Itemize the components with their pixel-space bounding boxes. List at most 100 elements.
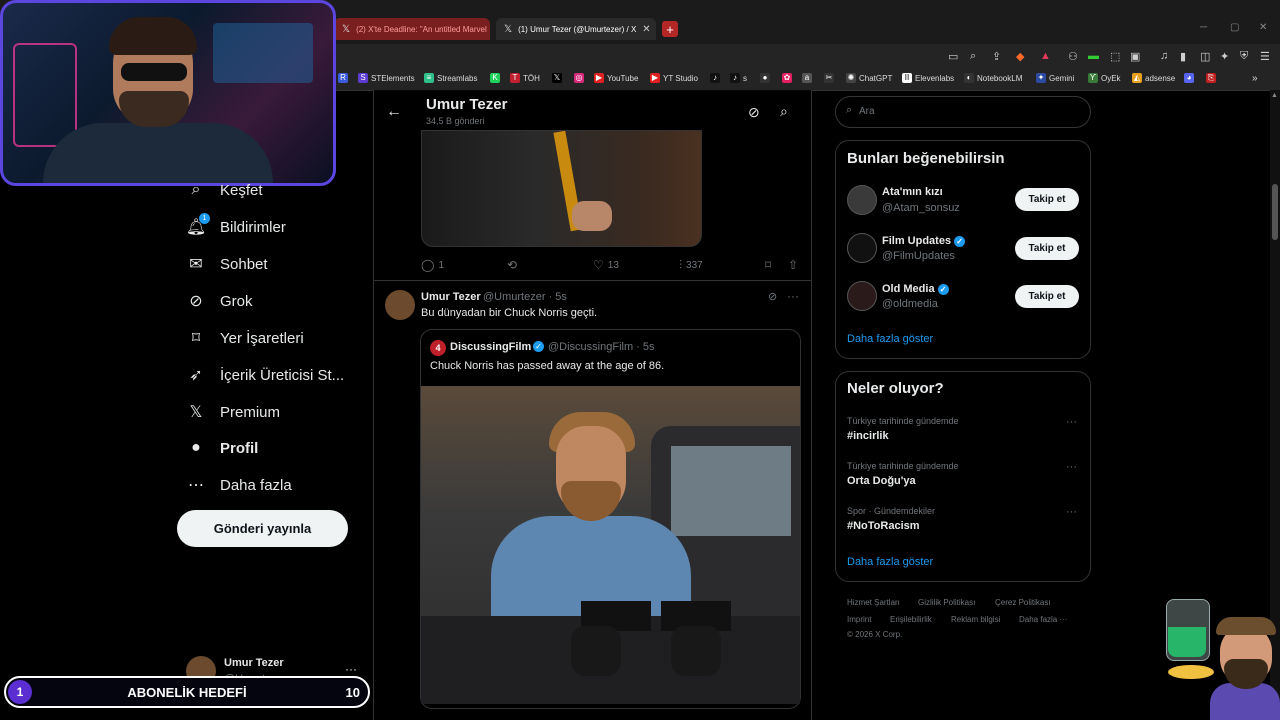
footer-link[interactable]: Reklam bilgisi [951, 615, 1000, 624]
footer-link[interactable]: Erişilebilirlik [890, 615, 932, 624]
bookmark-elevenlabs[interactable]: II Elevenlabs [902, 73, 954, 83]
vpn-icon[interactable]: ⛨ [1240, 50, 1248, 63]
nav-chat[interactable]: ✉ Sohbet [186, 254, 267, 274]
close-icon[interactable]: ✕ [487, 24, 490, 35]
bookmark-streamlabs[interactable]: ≡ Streamlabs [424, 73, 477, 83]
bookmark-ext[interactable]: a [802, 73, 815, 83]
tab-deadline[interactable]: 𝕏 (2) X'te Deadline: "An untitled Marvel✕ [334, 18, 490, 40]
footer-link[interactable]: Daha fazla ··· [1019, 615, 1067, 624]
nav-more[interactable]: ⋯ Daha fazla [186, 475, 292, 495]
suggestion-name[interactable]: Film Updates ✓ [882, 235, 966, 247]
bookmark-gemini[interactable]: ✦ Gemini [1036, 73, 1074, 83]
follow-button[interactable]: Takip et [1015, 188, 1079, 211]
share-icon[interactable]: ⇪ [992, 50, 1001, 63]
extension-icon[interactable]: ⬚ [1110, 50, 1120, 63]
music-icon[interactable]: ♫ [1160, 50, 1168, 62]
follow-button[interactable]: Takip et [1015, 237, 1079, 260]
zoom-icon[interactable]: ⌕ [970, 50, 976, 63]
trend-tag[interactable]: #NoToRacism [847, 520, 920, 532]
cast-icon[interactable]: ▭ [948, 50, 958, 63]
bookmark-youtube[interactable]: ▶ YouTube [594, 73, 638, 83]
brave-rewards-icon[interactable]: ▲ [1040, 50, 1051, 62]
new-tab-button[interactable]: + [662, 21, 678, 37]
grok-icon[interactable]: ⊘ [748, 104, 760, 121]
quote-photo[interactable] [421, 386, 800, 704]
bookmark-oyek[interactable]: ϒ OyEk [1088, 73, 1121, 83]
tweet-author-name[interactable]: Umur Tezer [421, 291, 481, 303]
suggestion-name[interactable]: Old Media ✓ [882, 283, 949, 295]
bookmark-kick[interactable]: K [490, 73, 503, 83]
reply-button[interactable]: ◯ 1 [421, 258, 444, 272]
scroll-up-icon[interactable]: ▲ [1271, 92, 1278, 99]
close-window-icon[interactable]: ✕ [1259, 22, 1267, 33]
nav-bookmarks[interactable]: ⌑ Yer İşaretleri [186, 328, 304, 348]
footer-link[interactable]: Imprint [847, 615, 871, 624]
trend-tag[interactable]: Orta Doğu'ya [847, 475, 916, 487]
grok-icon[interactable]: ⊘ [768, 290, 777, 303]
ai-icon[interactable]: ✦ [1220, 50, 1229, 63]
minimize-icon[interactable]: ─ [1200, 22, 1207, 33]
bookmark-r[interactable]: R [338, 73, 351, 83]
share-button[interactable]: ⇧ [788, 258, 802, 272]
repost-button[interactable]: ⟲ [507, 258, 521, 272]
views-button[interactable]: ⫶ 337 [679, 258, 703, 273]
extension-icon[interactable]: ⚇ [1068, 50, 1078, 63]
footer-link[interactable]: Hizmet Şartları [847, 598, 900, 607]
bookmark-notebooklm[interactable]: ◐ NotebookLM [964, 73, 1022, 83]
more-bookmarks-icon[interactable]: » [1252, 73, 1258, 84]
account-more-button[interactable]: ··· [345, 662, 357, 676]
trend-tag[interactable]: #incirlik [847, 430, 889, 442]
avatar[interactable] [847, 281, 877, 311]
maximize-icon[interactable]: ▢ [1230, 22, 1239, 33]
bookmark-adsense[interactable]: ◭ adsense [1132, 73, 1175, 83]
bookmark-tiktok[interactable]: ♪ [710, 73, 723, 83]
more-icon[interactable]: ··· [1066, 416, 1077, 428]
more-icon[interactable]: ··· [1066, 461, 1077, 473]
search-icon[interactable]: ⌕ [780, 103, 788, 120]
post-button[interactable]: Gönderi yayınla [177, 510, 348, 547]
scrollbar-thumb[interactable] [1272, 184, 1278, 240]
bookmark-ext[interactable]: ✿ [782, 73, 795, 83]
follow-button[interactable]: Takip et [1015, 285, 1079, 308]
bookmark-ext[interactable]: ✂ [824, 73, 837, 83]
bookmark-ext[interactable]: ● [760, 73, 773, 83]
bookmark-x[interactable]: 𝕏 [552, 73, 565, 83]
show-more-link[interactable]: Daha fazla göster [847, 333, 933, 345]
bookmark-toh[interactable]: T TÖH [510, 73, 540, 83]
back-arrow-icon[interactable]: ← [386, 103, 402, 121]
nav-notifications[interactable]: 🔔︎ 1 Bildirimler [186, 213, 286, 237]
sidebar-icon[interactable]: ▮ [1180, 50, 1186, 63]
nav-premium[interactable]: 𝕏 Premium [186, 402, 280, 422]
previous-post-image[interactable] [421, 130, 702, 247]
avatar[interactable] [385, 290, 415, 320]
tab-profile[interactable]: 𝕏 (1) Umur Tezer (@Umurtezer) / X ✕ [496, 18, 656, 40]
bookmark-pdf[interactable]: ⎘ [1206, 73, 1219, 83]
footer-link[interactable]: Çerez Politikası [995, 598, 1051, 607]
extension-icon[interactable]: ▣ [1130, 50, 1140, 63]
wallet-icon[interactable]: ◫ [1200, 50, 1210, 63]
nav-explore[interactable]: ⌕ Keşfet [186, 180, 263, 200]
avatar[interactable] [847, 185, 877, 215]
nav-creator-studio[interactable]: ➶ İçerik Üreticisi St... [186, 365, 344, 385]
extension-icon[interactable]: ▬ [1088, 50, 1099, 62]
bookmark-yt-studio[interactable]: ▶ YT Studio [650, 73, 698, 83]
nav-profile[interactable]: ● Profil [186, 438, 258, 458]
more-icon[interactable]: ··· [1066, 506, 1077, 518]
avatar[interactable] [847, 233, 877, 263]
bookmark-instagram[interactable]: ◎ [574, 73, 587, 83]
bookmark-tiktok-s[interactable]: ♪ s [730, 73, 747, 83]
footer-link[interactable]: Gizlilik Politikası [918, 598, 975, 607]
like-button[interactable]: ♡ 13 [593, 258, 619, 272]
bookmark-discord[interactable]: ◕ [1184, 73, 1197, 83]
suggestion-name[interactable]: Ata'mın kızı [882, 186, 943, 198]
close-icon[interactable]: ✕ [636, 24, 650, 35]
more-icon[interactable]: ··· [787, 289, 799, 303]
nav-grok[interactable]: ⊘ Grok [186, 291, 252, 311]
menu-icon[interactable]: ☰ [1260, 50, 1270, 63]
bookmark-stelements[interactable]: S STElements [358, 73, 415, 83]
bookmark-chatgpt[interactable]: ✺ ChatGPT [846, 73, 892, 83]
show-more-link[interactable]: Daha fazla göster [847, 556, 933, 568]
bookmark-button[interactable]: ⌑ [765, 258, 775, 272]
tweet-handle-time[interactable]: @Umurtezer · 5s [483, 291, 567, 303]
brave-shield-icon[interactable]: ◆ [1016, 50, 1024, 63]
